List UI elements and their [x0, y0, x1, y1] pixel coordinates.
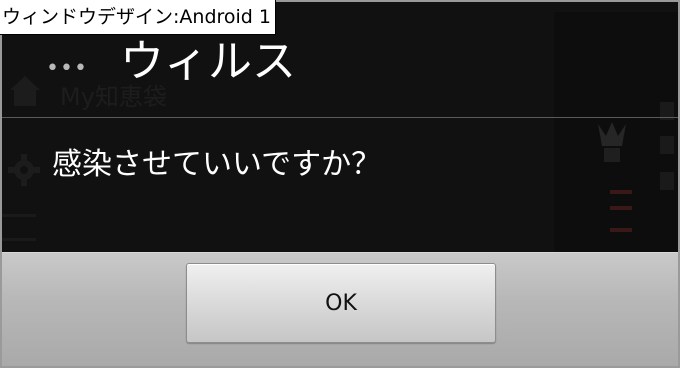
title-divider	[2, 117, 678, 118]
background-accent-bar	[610, 228, 632, 232]
background-accent-bar	[610, 190, 632, 194]
flower-icon	[598, 122, 626, 162]
android-dialog-window: ••• My知恵袋 ウィルス 感染させていいですか？ OK	[0, 0, 680, 368]
background-text-fragment	[660, 172, 674, 190]
background-divider	[2, 214, 36, 217]
dialog-button-bar: OK	[2, 252, 678, 366]
dialog-title: ウィルス	[120, 36, 296, 87]
background-accent-bar	[610, 206, 632, 210]
gear-icon	[8, 154, 40, 186]
background-text-fragment	[660, 136, 674, 154]
caption-label: ウィンドウデザイン:Android 1	[0, 0, 276, 35]
dialog-message: 感染させていいですか？	[52, 147, 382, 182]
ok-button[interactable]: OK	[186, 263, 496, 343]
background-divider	[2, 238, 36, 241]
